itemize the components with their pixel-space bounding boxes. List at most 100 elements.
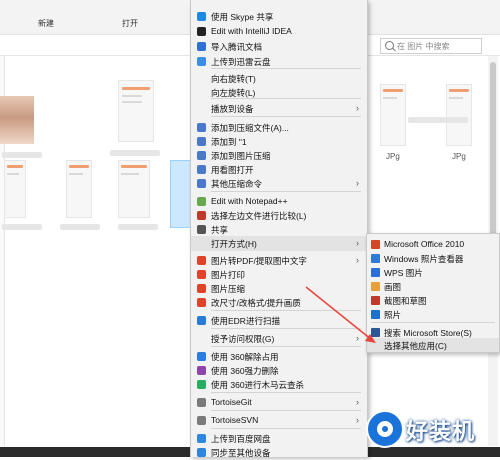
snip-sketch-icon <box>371 296 380 305</box>
context-menu-item[interactable]: 添加到压缩文件(A)... <box>191 120 367 135</box>
context-menu-item-label: 添加到压缩文件(A)... <box>211 123 289 133</box>
ribbon-tab-open[interactable]: 打开 <box>122 18 138 29</box>
search-box[interactable]: 在 图片 中搜索 <box>380 38 482 54</box>
skype-icon <box>197 12 206 21</box>
context-menu-item[interactable]: 上传到百度网盘 <box>191 431 367 446</box>
context-menu-item[interactable]: 播放到设备 › <box>191 101 367 116</box>
file-thumbnail[interactable] <box>4 160 26 218</box>
context-menu-item-label: 添加到 "1 <box>211 137 247 147</box>
context-menu-item[interactable]: 改尺寸/改格式/提升画质 <box>191 295 367 310</box>
wps-tool-icon <box>197 298 206 307</box>
menu-separator <box>211 116 361 117</box>
context-menu-item-label: 使用 360强力删除 <box>211 366 279 376</box>
context-menu-item-label: 改尺寸/改格式/提升画质 <box>211 298 301 308</box>
context-menu-item-label: 添加到图片压缩 <box>211 151 271 161</box>
file-label: JPg <box>386 152 400 161</box>
context-menu-item[interactable]: 选择左边文件进行比较(L) <box>191 208 367 223</box>
ribbon-tab-new[interactable]: 新建 <box>38 18 54 29</box>
open-with-item[interactable]: Windows 照片查看器 <box>367 251 499 265</box>
blurred-file-label <box>2 152 42 158</box>
share-icon <box>197 225 206 234</box>
store-icon <box>371 328 380 337</box>
context-menu-item[interactable]: 用看图打开 <box>191 162 367 177</box>
archive-icon <box>197 179 206 188</box>
search-placeholder: 在 图片 中搜索 <box>397 42 450 51</box>
selected-file-thumbnail[interactable] <box>170 160 192 228</box>
tortoisesvn-icon <box>197 416 206 425</box>
file-thumbnail[interactable] <box>66 160 92 218</box>
context-menu-item-label: 使用 360进行木马云查杀 <box>211 380 305 390</box>
context-menu-item[interactable]: 使用EDR进行扫描 <box>191 313 367 328</box>
watermark: 好装机 <box>362 402 500 452</box>
file-thumbnail[interactable] <box>380 84 406 146</box>
context-menu-item[interactable]: TortoiseGit › <box>191 395 367 410</box>
context-menu-item-label: 使用EDR进行扫描 <box>211 316 280 326</box>
context-menu-item[interactable]: 导入腾讯文档 <box>191 39 367 54</box>
context-menu-item[interactable]: 添加到 "1 <box>191 134 367 149</box>
open-with-item[interactable]: WPS 图片 <box>367 265 499 279</box>
context-menu-item[interactable]: 图片转PDF/提取图中文字 › <box>191 253 367 268</box>
viewer-icon <box>197 165 206 174</box>
baidu-pan-icon <box>197 434 206 443</box>
context-menu-item-label: 上传到迅雷云盘 <box>211 57 271 67</box>
context-menu-item[interactable]: 打开方式(H) › <box>191 236 367 251</box>
chevron-right-icon: › <box>356 178 359 188</box>
wps-tool-icon <box>197 284 206 293</box>
file-thumbnail[interactable] <box>118 80 154 142</box>
photo-thumbnail[interactable] <box>0 96 34 144</box>
blurred-file-label <box>2 224 42 230</box>
chevron-right-icon: › <box>356 255 359 265</box>
context-menu-item-label: 图片打印 <box>211 270 246 280</box>
blurred-file-label <box>110 150 160 156</box>
open-with-item[interactable]: 选择其他应用(C) <box>367 338 499 352</box>
edr-scan-icon <box>197 316 206 325</box>
watermark-text: 好装机 <box>406 420 476 445</box>
tencent-docs-icon <box>197 42 206 51</box>
context-menu-item[interactable]: 上传到迅雷云盘 <box>191 54 367 69</box>
archive-icon <box>197 123 206 132</box>
context-menu-item-label: Edit with IntelliJ IDEA <box>211 26 292 36</box>
wps-tool-icon <box>197 270 206 279</box>
menu-separator <box>211 410 361 411</box>
open-with-item[interactable]: 照片 <box>367 307 499 321</box>
menu-separator <box>211 310 361 311</box>
context-menu-item[interactable]: 使用 360进行木马云查杀 <box>191 377 367 392</box>
open-with-item-label: Microsoft Office 2010 <box>384 239 465 249</box>
open-with-item[interactable]: 画图 <box>367 279 499 293</box>
360-delete-icon <box>197 366 206 375</box>
open-with-item[interactable]: Microsoft Office 2010 <box>367 237 499 251</box>
context-menu-item[interactable]: 添加到图片压缩 <box>191 148 367 163</box>
context-menu-item[interactable]: 向右旋转(T) <box>191 71 367 86</box>
context-menu-item[interactable]: 同步至其他设备 <box>191 445 367 460</box>
context-menu-item[interactable]: Edit with Notepad++ <box>191 194 367 209</box>
context-menu-item-label: 向右旋转(T) <box>211 74 256 84</box>
sync-icon <box>197 448 206 457</box>
context-menu-item[interactable]: 图片打印 <box>191 267 367 282</box>
open-with-item[interactable]: 截图和草图 <box>367 293 499 307</box>
blurred-file-label <box>60 224 100 230</box>
context-menu-item[interactable]: 使用 Skype 共享 <box>191 9 367 24</box>
context-menu-item[interactable]: 图片压缩 <box>191 281 367 296</box>
context-menu-item-label: 使用 360解除占用 <box>211 352 279 362</box>
file-thumbnail[interactable] <box>118 160 150 218</box>
open-with-submenu: Microsoft Office 2010 Windows 照片查看器 WPS 图片… <box>366 233 500 353</box>
menu-separator <box>211 428 361 429</box>
context-menu-item[interactable]: 授予访问权限(G) › <box>191 331 367 346</box>
blurred-file-label <box>408 117 468 123</box>
context-menu-item[interactable]: 使用 360解除占用 <box>191 349 367 364</box>
context-menu-item[interactable]: 共享 <box>191 222 367 237</box>
context-menu-item[interactable]: 向左旋转(L) <box>191 85 367 100</box>
wps-tool-icon <box>197 256 206 265</box>
file-thumbnail[interactable] <box>446 84 472 146</box>
open-with-item[interactable]: 搜索 Microsoft Store(S) <box>367 325 499 339</box>
context-menu-item-label: 播放到设备 <box>211 104 254 114</box>
context-menu-item[interactable]: Edit with IntelliJ IDEA <box>191 24 367 39</box>
context-menu-item-label: 打开方式(H) <box>211 239 257 249</box>
context-menu-item[interactable]: TortoiseSVN › <box>191 413 367 428</box>
context-menu-item-label: 导入腾讯文档 <box>211 42 263 52</box>
context-menu-item-label: 向左旋转(L) <box>211 88 256 98</box>
tortoisegit-icon <box>197 398 206 407</box>
context-menu-item[interactable]: 使用 360强力删除 <box>191 363 367 378</box>
chevron-right-icon: › <box>356 238 359 248</box>
context-menu-item[interactable]: 其他压缩命令 › <box>191 176 367 191</box>
